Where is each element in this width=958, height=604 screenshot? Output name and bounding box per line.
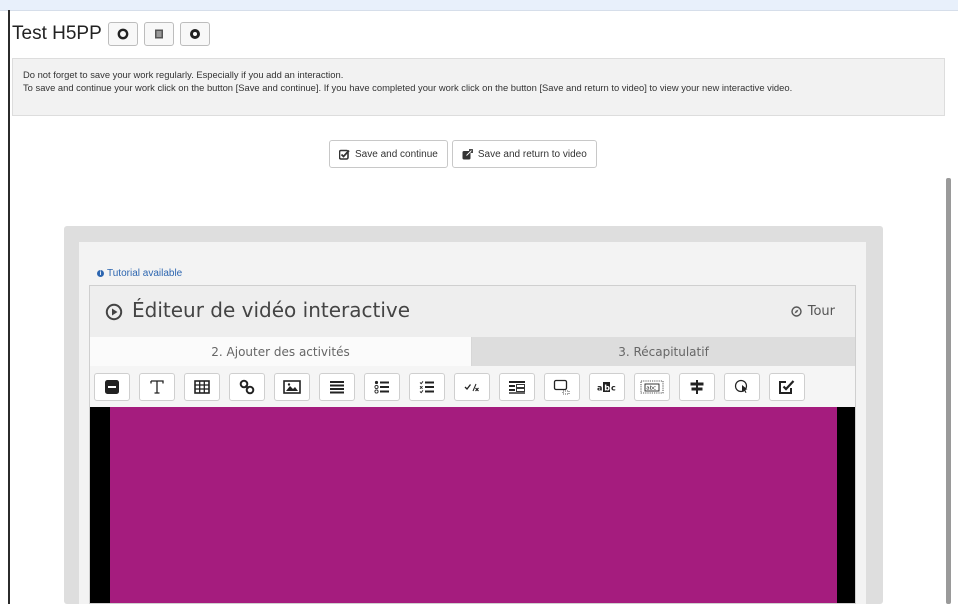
tool-label[interactable] [94,372,130,401]
text-icon [150,379,164,394]
record-button[interactable] [107,22,138,46]
tab-summary-label: 3. Récapitulatif [618,344,709,359]
save-and-continue-button[interactable]: Save and continue [329,140,448,168]
info-icon: i [97,270,104,277]
mark-words-icon: abc [597,381,616,392]
notice-line-2: To save and continue your work click on … [23,82,793,93]
h5p-editor-container: i Tutorial available Éditeur de vidéo in… [64,226,883,604]
svg-text:abc: abc [646,385,656,391]
video-frame [110,407,837,603]
video-preview[interactable] [90,407,855,603]
list-icon [154,29,163,39]
tool-table[interactable] [184,372,220,401]
image-icon [283,379,301,394]
tool-navigation-hotspot[interactable] [724,372,760,401]
tool-fill-in-the-blanks[interactable]: abc [634,372,670,401]
save-actions: Save and continue Save and return to vid… [329,140,597,168]
tool-multiple-choice[interactable] [409,372,445,401]
interactive-video-editor: Éditeur de vidéo interactive Tour 2. Ajo… [89,285,856,604]
tool-questionnaire[interactable] [769,372,805,401]
tab-add-activities-label: 2. Ajouter des activités [211,344,350,359]
compass-icon [791,306,802,317]
notice-line-1: Do not forget to save your work regularl… [23,69,344,80]
save-and-continue-label: Save and continue [355,148,438,160]
tool-image[interactable] [274,372,310,401]
tool-statements[interactable] [319,372,355,401]
tool-crossroads[interactable] [679,372,715,401]
play-circle-icon [105,303,123,325]
tool-drag-and-drop[interactable] [499,372,535,401]
editor-tabs: 2. Ajouter des activités 3. Récapitulati… [90,337,855,367]
tool-true-false[interactable] [454,372,490,401]
editor-title: Éditeur de vidéo interactive [132,298,411,322]
check-square-icon [339,149,350,160]
h5p-editor-panel: i Tutorial available Éditeur de vidéo in… [79,242,866,604]
page-header: Test H5PP [12,22,216,46]
svg-text:b: b [604,383,610,392]
fill-blanks-icon: abc [640,380,664,393]
circle-left-icon [189,29,200,39]
page-title: Test H5PP [12,23,102,44]
table-icon [194,379,210,394]
true-false-icon [464,383,479,391]
svg-text:c: c [611,383,616,392]
tab-summary[interactable]: 3. Récapitulatif [472,337,855,366]
tutorial-link[interactable]: i Tutorial available [97,268,182,279]
tab-add-activities[interactable]: 2. Ajouter des activités [90,337,472,366]
tool-mark-the-words[interactable]: abc [589,372,625,401]
interaction-toolbar: abc abc [90,366,855,407]
circle-icon [117,28,129,40]
save-and-return-label: Save and return to video [477,148,587,160]
crossroads-icon [690,379,704,394]
questionnaire-icon [779,379,795,394]
single-choice-icon [374,380,389,394]
list-button[interactable] [143,22,174,46]
svg-text:a: a [597,383,602,392]
tool-single-choice-set[interactable] [364,372,400,401]
multiple-choice-icon [419,380,434,393]
link-icon [239,379,255,394]
tour-button[interactable]: Tour [791,304,835,319]
top-band [0,0,958,11]
external-link-icon [462,148,473,160]
drag-words-icon [553,379,570,394]
tutorial-link-label: Tutorial available [107,268,183,279]
statements-icon [330,380,344,393]
editor-header: Éditeur de vidéo interactive Tour [90,286,855,338]
label-icon [105,379,119,394]
scrollbar[interactable] [946,178,951,604]
tour-label: Tour [807,304,835,319]
back-button[interactable] [179,22,210,46]
tool-drag-the-words[interactable] [544,372,580,401]
tool-text[interactable] [139,372,175,401]
hotspot-icon [734,379,748,393]
left-border [8,10,10,604]
tool-link[interactable] [229,372,265,401]
drag-and-drop-icon [509,380,525,394]
save-notice: Do not forget to save your work regularl… [12,58,945,116]
save-and-return-button[interactable]: Save and return to video [451,140,597,168]
